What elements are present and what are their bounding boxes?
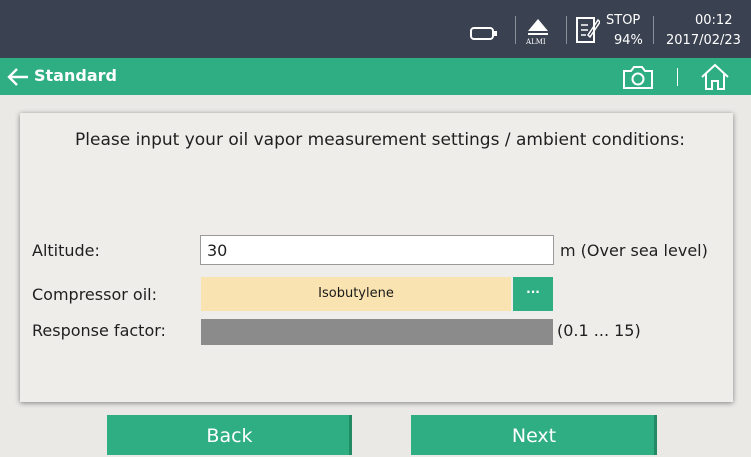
back-arrow-icon[interactable] bbox=[7, 67, 29, 87]
response-factor-field bbox=[201, 319, 553, 345]
altitude-input[interactable] bbox=[200, 235, 554, 265]
page-title: Standard bbox=[34, 66, 117, 85]
next-button-label: Next bbox=[511, 425, 557, 447]
alarm-icon-bar bbox=[528, 33, 548, 35]
record-percent: 94% bbox=[614, 33, 643, 48]
altitude-unit: m (Over sea level) bbox=[560, 241, 708, 260]
record-icon bbox=[576, 17, 600, 43]
home-icon[interactable] bbox=[700, 63, 730, 91]
clock-date: 2017/02/23 bbox=[666, 33, 741, 48]
button-shade bbox=[654, 415, 657, 455]
alarm-icon bbox=[528, 19, 548, 31]
clock-time: 00:12 bbox=[695, 13, 733, 28]
button-shade bbox=[349, 415, 352, 455]
alarm-label: ALMI bbox=[526, 38, 546, 46]
usb-stick-icon bbox=[470, 27, 497, 40]
status-separator bbox=[566, 16, 567, 44]
compressor-oil-more-button[interactable]: ··· bbox=[513, 277, 553, 311]
title-separator bbox=[677, 68, 678, 86]
response-factor-range: (0.1 ... 15) bbox=[557, 321, 641, 340]
back-button-label: Back bbox=[206, 425, 253, 447]
title-bar: Standard bbox=[0, 58, 751, 95]
instruction-text: Please input your oil vapor measurement … bbox=[75, 130, 685, 150]
next-button[interactable]: Next bbox=[411, 415, 657, 455]
settings-panel: Please input your oil vapor measurement … bbox=[20, 113, 733, 402]
camera-icon[interactable] bbox=[622, 64, 654, 90]
record-status: STOP bbox=[606, 13, 641, 28]
altitude-label: Altitude: bbox=[32, 241, 100, 260]
response-factor-label: Response factor: bbox=[32, 321, 166, 340]
compressor-oil-label: Compressor oil: bbox=[32, 285, 157, 304]
back-button[interactable]: Back bbox=[107, 415, 352, 455]
status-separator bbox=[653, 16, 654, 44]
status-bar: ALMI STOP 94% 00:12 2017/02/23 bbox=[0, 0, 751, 58]
compressor-oil-select[interactable]: Isobutylene bbox=[201, 277, 511, 311]
status-separator bbox=[515, 16, 516, 44]
